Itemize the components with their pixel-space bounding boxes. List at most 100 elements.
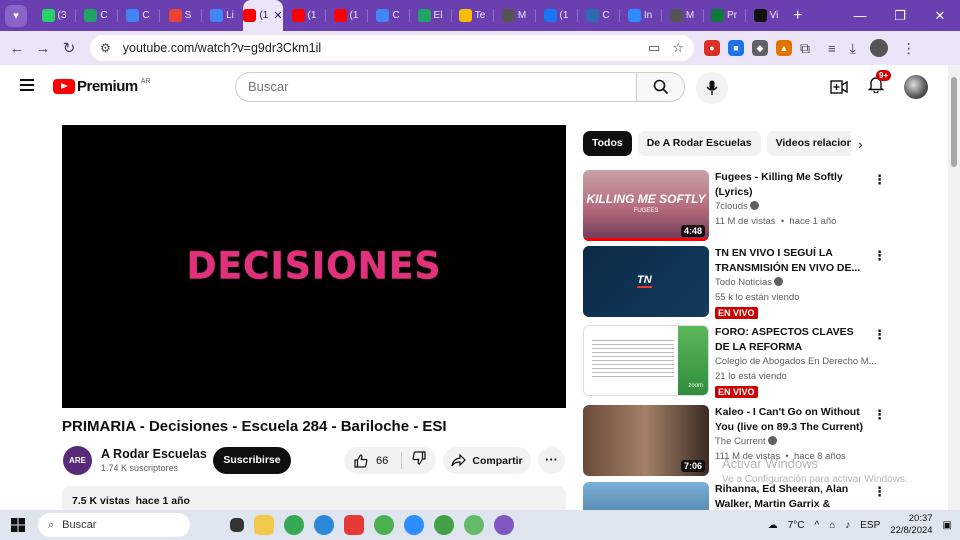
extension-icon[interactable]: ● xyxy=(704,40,720,56)
clock[interactable]: 20:37 22/8/2024 xyxy=(890,513,932,537)
channel-avatar[interactable]: ARE xyxy=(63,446,92,475)
browser-tab[interactable]: C xyxy=(367,0,409,31)
description-box[interactable]: 7.5 K vistas hace 1 año xyxy=(62,486,566,510)
download-icon[interactable]: ⤓ xyxy=(850,40,856,57)
more-options-icon[interactable]: ⋮ xyxy=(873,327,886,343)
menu-icon[interactable] xyxy=(20,79,34,91)
browser-tab[interactable]: (3 xyxy=(33,0,75,31)
recommended-video-title[interactable]: FORO: ASPECTOS CLAVES DE LA REFORMA PENS… xyxy=(715,325,865,355)
browser-tab[interactable]: Te xyxy=(451,0,493,31)
zoom-icon[interactable] xyxy=(404,515,424,535)
start-button[interactable] xyxy=(0,518,36,532)
recommended-channel[interactable]: Todo Noticias xyxy=(715,277,784,288)
browser-tab[interactable]: (1 xyxy=(283,0,325,31)
close-window-button[interactable]: ✕ xyxy=(920,8,960,24)
share-button[interactable]: Compartir xyxy=(443,447,531,474)
dislike-button[interactable] xyxy=(402,451,436,470)
metamask-icon[interactable]: ▲ xyxy=(776,40,792,56)
new-tab-button[interactable]: + xyxy=(793,7,802,25)
recommended-video-title[interactable]: Rihanna, Ed Sheeran, Alan Walker, Martin… xyxy=(715,482,865,512)
chrome-icon[interactable] xyxy=(284,515,304,535)
browser-tab[interactable]: In xyxy=(619,0,661,31)
office-icon[interactable] xyxy=(344,515,364,535)
recommended-video[interactable]: zoom FORO: ASPECTOS CLAVES DE LA REFORMA … xyxy=(583,325,913,398)
tray-chevron-icon[interactable]: ^ xyxy=(815,520,820,531)
recommended-channel[interactable]: Colegio de Abogados En Derecho M... xyxy=(715,356,877,367)
scrollbar-thumb[interactable] xyxy=(951,77,957,167)
browser-tab[interactable]: C xyxy=(117,0,159,31)
browser-tab[interactable]: M xyxy=(493,0,535,31)
recommended-video-title[interactable]: Kaleo - I Can't Go on Without You (live … xyxy=(715,405,865,435)
browser-tab[interactable]: El xyxy=(409,0,451,31)
browser-tab[interactable]: Pr xyxy=(703,0,745,31)
recommended-video-title[interactable]: Fugees - Killing Me Softly (Lyrics) xyxy=(715,170,865,200)
like-button[interactable]: 66 xyxy=(344,452,402,469)
chevron-right-icon[interactable]: › xyxy=(858,136,863,152)
browser-tab[interactable]: C xyxy=(75,0,117,31)
network-icon[interactable]: ⌂ xyxy=(829,520,835,531)
taskbar-search[interactable]: ⌕ Buscar xyxy=(38,513,190,537)
install-app-icon[interactable]: ▭ xyxy=(648,40,660,56)
page-scrollbar[interactable] xyxy=(948,65,960,510)
browser-tab[interactable]: (1 ✕ xyxy=(243,0,283,31)
recommended-channel[interactable]: 7clouds xyxy=(715,201,759,212)
channel-name[interactable]: A Rodar Escuelas xyxy=(101,447,207,461)
voice-search-button[interactable] xyxy=(696,72,728,104)
video-thumbnail[interactable]: 7:06 xyxy=(583,405,709,476)
recommended-video[interactable]: TN TN EN VIVO I SEGUÍ LA TRANSMISIÓN EN V… xyxy=(583,246,913,319)
edge-icon[interactable] xyxy=(314,515,334,535)
browser-tab[interactable]: Li xyxy=(201,0,243,31)
search-button[interactable] xyxy=(636,73,684,101)
back-button[interactable]: ← xyxy=(4,40,30,57)
reload-button[interactable]: ↻ xyxy=(56,39,82,57)
youtube-premium-logo[interactable]: Premium AR xyxy=(53,78,150,95)
extension-icon[interactable]: ◆ xyxy=(752,40,768,56)
create-video-icon[interactable] xyxy=(830,80,848,94)
profile-avatar[interactable] xyxy=(869,39,888,57)
filter-chip[interactable]: De A Rodar Escuelas xyxy=(637,131,761,156)
recommended-channel[interactable]: The Current xyxy=(715,436,777,447)
extension-icon[interactable]: ■ xyxy=(728,40,744,56)
account-avatar[interactable] xyxy=(904,75,928,99)
browser-menu-icon[interactable]: ⋮ xyxy=(902,40,916,57)
file-explorer-icon[interactable] xyxy=(254,515,274,535)
chrome-profile-icon[interactable] xyxy=(374,515,394,535)
browser-tab[interactable]: (1 xyxy=(535,0,577,31)
browser-tab[interactable]: (1 xyxy=(325,0,367,31)
more-options-icon[interactable]: ⋮ xyxy=(873,172,886,188)
tab-search-button[interactable]: ▾ xyxy=(5,4,27,27)
copilot-icon[interactable] xyxy=(494,515,514,535)
task-view-icon[interactable] xyxy=(230,518,244,532)
video-thumbnail[interactable]: zoom xyxy=(583,325,709,396)
browser-tab[interactable]: Vi xyxy=(745,0,787,31)
browser-tab[interactable]: C xyxy=(577,0,619,31)
weather-icon[interactable]: ☁ xyxy=(768,520,778,531)
site-info-icon[interactable]: ⚙ xyxy=(100,41,111,55)
browser-tab[interactable]: M xyxy=(661,0,703,31)
video-thumbnail[interactable]: KILLING ME SOFTLY FUGEES 4:48 xyxy=(583,170,709,241)
chrome-profile-icon[interactable] xyxy=(464,515,484,535)
more-actions-button[interactable]: ··· xyxy=(538,447,565,474)
forward-button[interactable]: → xyxy=(30,40,56,57)
more-options-icon[interactable]: ⋮ xyxy=(873,407,886,423)
notifications-button[interactable]: 9+ xyxy=(867,70,892,98)
tab-close-icon[interactable]: ✕ xyxy=(273,9,282,22)
filter-chip[interactable]: Videos relacionados xyxy=(766,131,851,156)
more-options-icon[interactable]: ⋮ xyxy=(873,484,886,500)
search-input[interactable]: Buscar xyxy=(236,73,636,101)
subscribe-button[interactable]: Suscribirse xyxy=(213,447,291,474)
filter-chip[interactable]: Todos xyxy=(583,131,632,156)
restore-button[interactable]: ❐ xyxy=(880,8,920,24)
video-player[interactable]: DECISIONES xyxy=(62,125,566,408)
chrome-profile-icon[interactable] xyxy=(434,515,454,535)
extensions-puzzle-icon[interactable]: ⧉ xyxy=(800,40,810,57)
volume-icon[interactable]: ♪ xyxy=(845,520,850,531)
bookmark-star-icon[interactable]: ☆ xyxy=(672,40,684,56)
input-language[interactable]: ESP xyxy=(860,520,880,531)
recommended-video[interactable]: KILLING ME SOFTLY FUGEES 4:48 Fugees - Kill… xyxy=(583,170,913,242)
browser-tab[interactable]: S xyxy=(159,0,201,31)
notification-center-icon[interactable]: ▣ xyxy=(943,520,952,531)
recommended-video-title[interactable]: TN EN VIVO I SEGUÍ LA TRANSMISIÓN EN VIV… xyxy=(715,246,865,276)
address-bar[interactable]: ⚙ youtube.com/watch?v=g9dr3Ckm1il ▭ ☆ xyxy=(90,35,694,61)
video-thumbnail[interactable]: TN xyxy=(583,246,709,317)
